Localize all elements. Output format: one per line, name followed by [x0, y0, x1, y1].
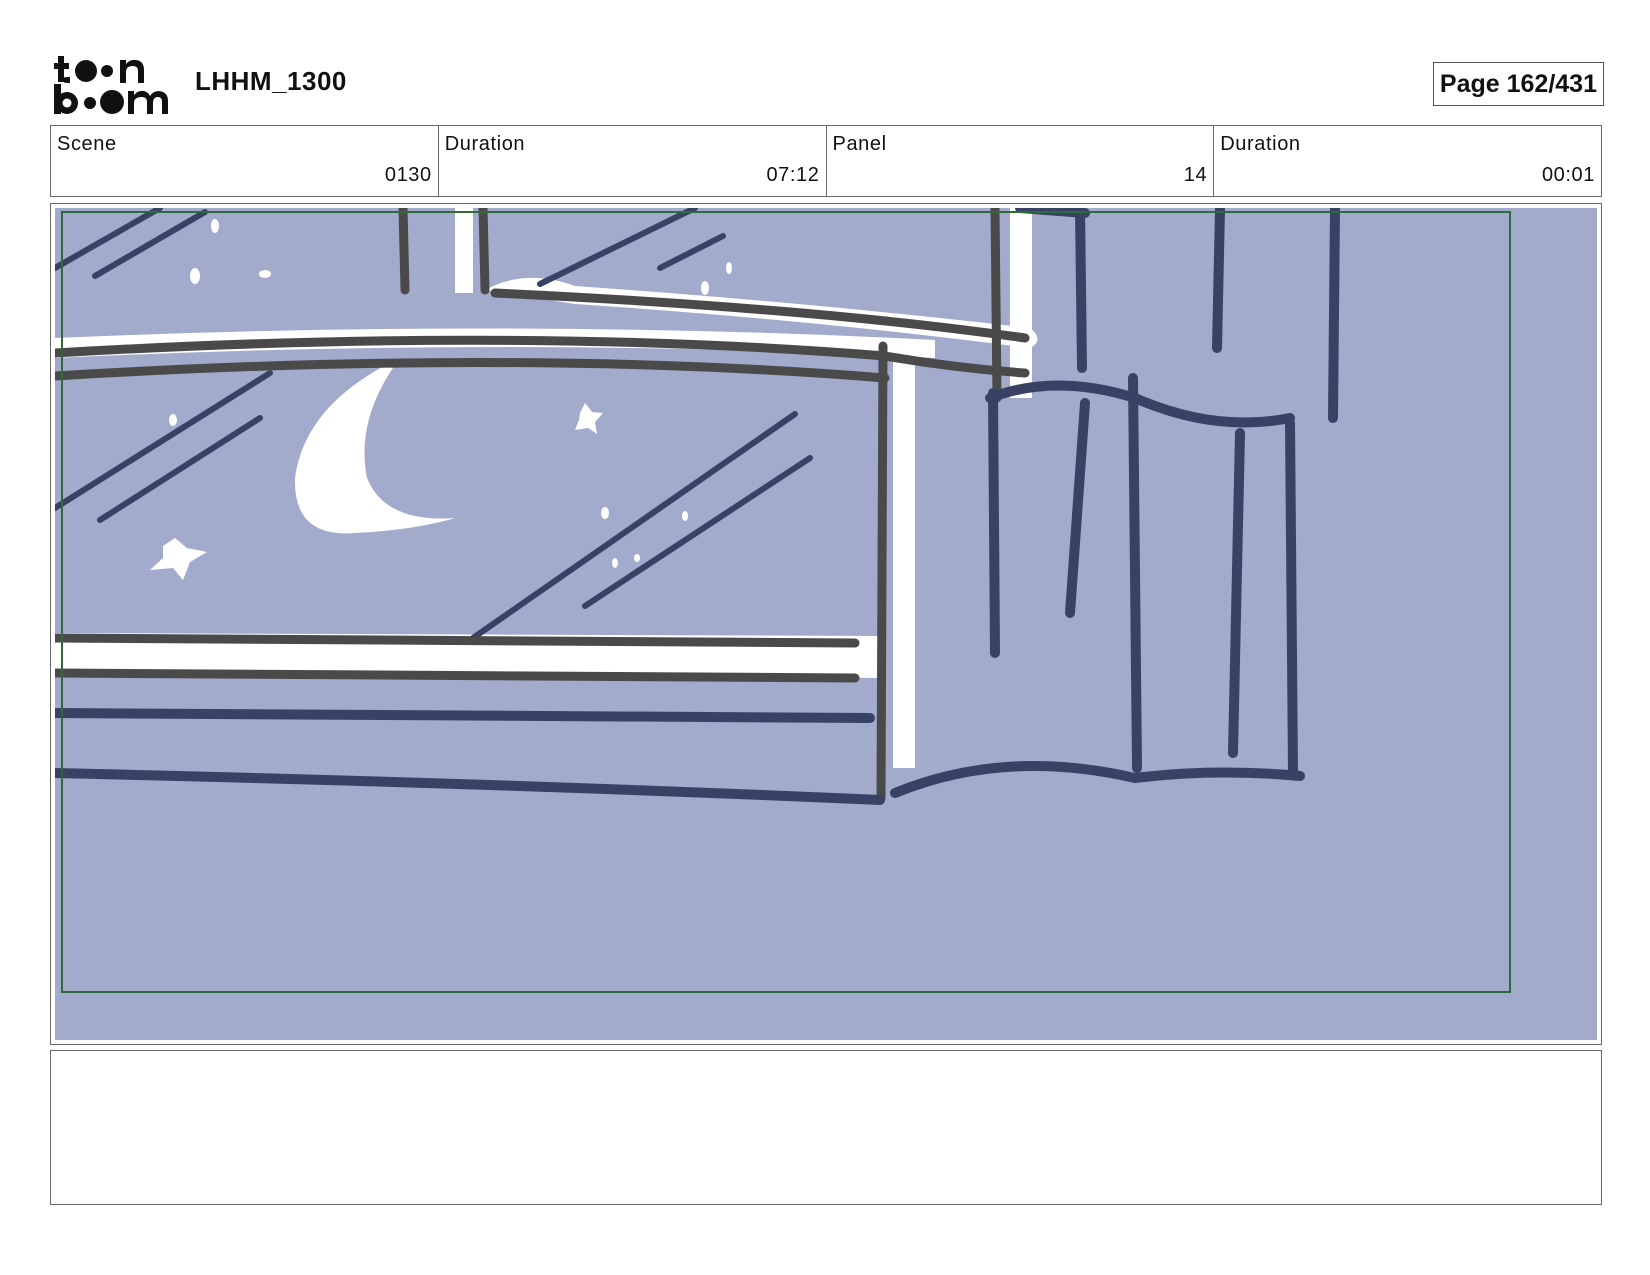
panel-drawing [55, 208, 1597, 1040]
scene-duration-label: Duration [444, 133, 526, 155]
storyboard-panel [50, 203, 1602, 1045]
toonboom-logo-icon [54, 56, 168, 114]
panel-notes-box [50, 1050, 1602, 1205]
panel-duration-cell: Duration 00:01 [1214, 126, 1601, 196]
page-counter-label: Page 162/431 [1439, 69, 1597, 98]
scene-label: Scene [57, 133, 117, 155]
panel-value: 14 [1183, 164, 1208, 186]
scene-info-row: Scene 0130 Duration 07:12 Panel 14 Durat… [50, 125, 1602, 197]
panel-cell: Panel 14 [827, 126, 1215, 196]
project-name: LHHM_1300 [195, 66, 347, 96]
scene-duration-value: 07:12 [766, 164, 820, 186]
scene-duration-cell: Duration 07:12 [439, 126, 827, 196]
scene-cell: Scene 0130 [51, 126, 439, 196]
panel-duration-value: 00:01 [1541, 164, 1595, 186]
scene-value: 0130 [384, 164, 432, 186]
page-counter: Page 162/431 [1432, 62, 1604, 106]
panel-duration-label: Duration [1220, 133, 1301, 155]
panel-label: Panel [832, 133, 887, 155]
